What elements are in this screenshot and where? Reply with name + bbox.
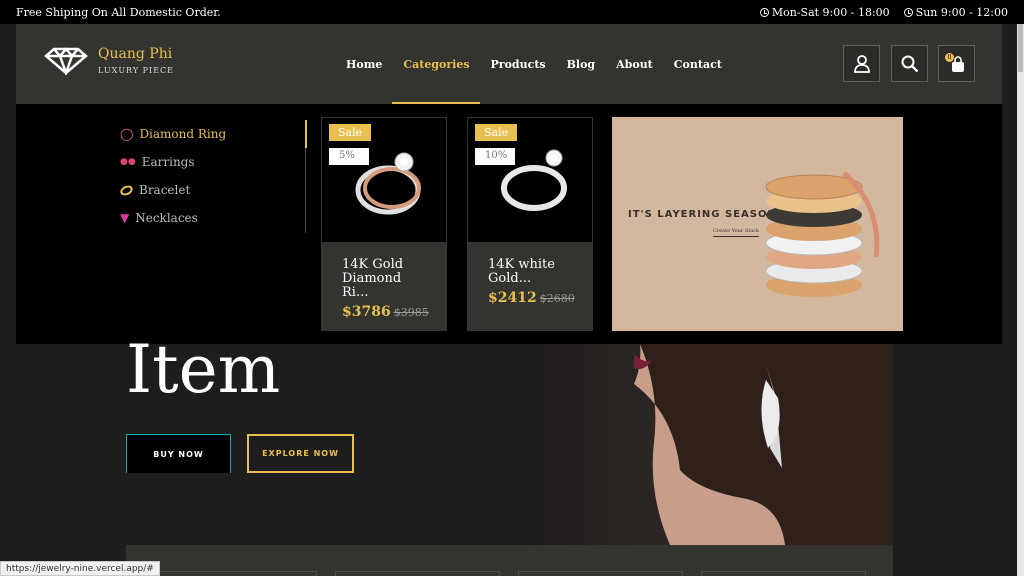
product-info: 14K Gold Diamond Ri... $3786 $3985 [322, 242, 446, 330]
category-label: Diamond Ring [139, 127, 227, 141]
clock-icon [759, 7, 769, 17]
product-card[interactable]: Sale 10% 14K white Gold... $2412 $2680 [467, 117, 593, 331]
browser-status-url: https://jewelry-nine.vercel.app/# [0, 561, 160, 576]
product-image[interactable]: Sale 5% [322, 118, 446, 242]
search-icon [901, 55, 918, 72]
strip-card[interactable] [701, 571, 866, 576]
nav-categories[interactable]: Categories [392, 24, 480, 104]
user-icon [853, 54, 870, 73]
product-price: $3786 $3985 [342, 304, 429, 320]
nav-home[interactable]: Home [346, 24, 382, 104]
scrollbar-thumb[interactable] [1018, 24, 1023, 72]
current-price: $3786 [342, 304, 391, 320]
product-name[interactable]: 14K Gold Diamond Ri... [342, 258, 426, 300]
current-price: $2412 [488, 290, 537, 306]
shipping-notice: Free Shiping On All Domestic Order. [16, 5, 221, 19]
top-info-bar: Free Shiping On All Domestic Order. Mon-… [0, 0, 1024, 24]
product-card[interactable]: Sale 5% 14K Gold Diamond Ri... $3786 $3985 [321, 117, 447, 331]
old-price: $2680 [539, 292, 575, 305]
strip-card[interactable] [335, 571, 500, 576]
white-gold-ring-image [501, 149, 567, 211]
diamond-logo-icon [44, 46, 88, 75]
nav-blog[interactable]: Blog [567, 24, 596, 104]
hero-model-image [530, 344, 893, 545]
product-image[interactable]: Sale 10% [468, 118, 592, 242]
category-strip [126, 545, 893, 576]
page-scrollbar[interactable] [1017, 24, 1024, 576]
cart-button[interactable]: 0 [938, 45, 975, 82]
cart-count-badge: 0 [945, 53, 954, 62]
brand-name: Quang Phi [98, 46, 173, 62]
necklace-icon: ▼ [120, 211, 130, 225]
product-name[interactable]: 14K white Gold... [488, 258, 572, 286]
category-label: Necklaces [135, 211, 198, 225]
nav-about[interactable]: About [616, 24, 653, 104]
sale-badge: Sale [475, 124, 518, 141]
site-logo[interactable]: Quang Phi LUXURY PIECE [44, 46, 174, 75]
sale-badge: Sale [329, 124, 372, 141]
active-category-indicator [305, 120, 307, 148]
sunday-hours-text: Sun 9:00 - 12:00 [915, 5, 1008, 19]
earrings-icon: ●● [120, 157, 136, 167]
clock-icon [903, 7, 913, 17]
buy-now-button[interactable]: BUY NOW [126, 434, 231, 473]
explore-now-button[interactable]: EXPLORE NOW [247, 434, 354, 473]
banner-link[interactable]: Create Your Stack [713, 228, 760, 237]
account-button[interactable] [843, 45, 880, 82]
nav-products[interactable]: Products [491, 24, 546, 104]
search-button[interactable] [891, 45, 928, 82]
strip-card[interactable] [152, 571, 317, 576]
categories-mega-menu: ◯ Diamond Ring ●● Earrings Bracelet ▼ Ne… [16, 104, 1002, 344]
category-label: Earrings [141, 155, 195, 169]
sunday-hours: Sun 9:00 - 12:00 [903, 5, 1008, 19]
main-nav: Home Categories Products Blog About Cont… [346, 24, 722, 104]
weekday-hours-text: Mon-Sat 9:00 - 18:00 [771, 5, 890, 19]
gold-diamond-ring-image [355, 152, 421, 215]
old-price: $3985 [393, 306, 429, 319]
product-price: $2412 $2680 [488, 290, 575, 306]
category-earrings[interactable]: ●● Earrings [120, 148, 305, 176]
model-portrait-image [634, 344, 893, 545]
bracelet-icon [118, 183, 135, 197]
strip-card[interactable] [518, 571, 683, 576]
product-info: 14K white Gold... $2412 $2680 [468, 242, 592, 330]
ring-icon: ◯ [120, 127, 134, 141]
stacked-rings-image [765, 171, 880, 297]
category-necklaces[interactable]: ▼ Necklaces [120, 204, 305, 232]
brand-tagline: LUXURY PIECE [98, 66, 174, 75]
site-header: Quang Phi LUXURY PIECE Home Categories P… [16, 24, 1002, 104]
category-list: ◯ Diamond Ring ●● Earrings Bracelet ▼ Ne… [118, 120, 307, 233]
category-diamond-ring[interactable]: ◯ Diamond Ring [120, 120, 307, 148]
category-label: Bracelet [139, 183, 191, 197]
weekday-hours: Mon-Sat 9:00 - 18:00 [759, 5, 890, 19]
nav-contact[interactable]: Contact [674, 24, 722, 104]
promo-banner[interactable]: IT'S LAYERING SEASON Create Your Stack [612, 117, 903, 331]
category-bracelet[interactable]: Bracelet [118, 176, 305, 204]
hero-title: Item [126, 331, 281, 408]
